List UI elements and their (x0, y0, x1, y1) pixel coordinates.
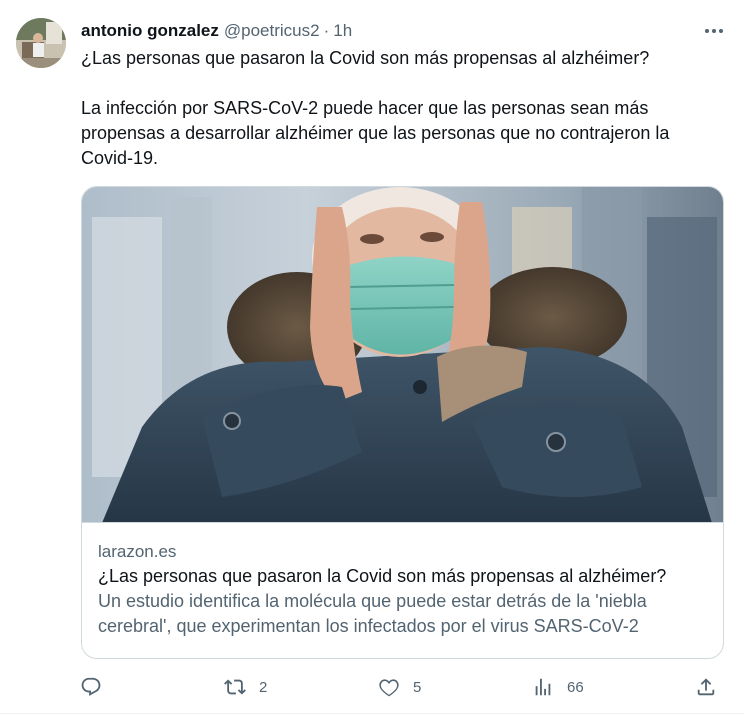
avatar[interactable] (16, 18, 66, 68)
link-card[interactable]: larazon.es ¿Las personas que pasaron la … (81, 186, 724, 659)
card-title: ¿Las personas que pasaron la Covid son m… (98, 566, 667, 586)
card-domain: larazon.es (98, 542, 177, 561)
tweet-text-line-2: La infección por SARS-CoV-2 puede hacer … (81, 98, 670, 168)
divider (0, 713, 744, 714)
like-button[interactable]: 5 (378, 674, 421, 700)
tweet[interactable]: antonio gonzalez @poetricus2 · 1h ¿Las p… (0, 0, 744, 716)
tweet-text: ¿Las personas que pasaron la Covid son m… (81, 46, 721, 171)
separator: · (323, 21, 330, 40)
share-icon (697, 678, 715, 696)
avatar-image (16, 18, 66, 68)
retweet-count: 2 (259, 678, 268, 696)
views-icon (535, 678, 551, 696)
tweet-text-line-1: ¿Las personas que pasaron la Covid son m… (81, 48, 650, 68)
views-button[interactable]: 66 (532, 674, 584, 700)
card-body: larazon.es ¿Las personas que pasaron la … (98, 533, 707, 639)
retweet-icon (224, 679, 246, 695)
like-count: 5 (413, 678, 422, 696)
tweet-header: antonio gonzalez @poetricus2 · 1h (81, 20, 684, 42)
retweet-button[interactable]: 2 (224, 674, 267, 700)
more-icon[interactable] (700, 22, 728, 40)
like-icon (379, 679, 399, 697)
reply-button[interactable] (80, 674, 115, 700)
share-button[interactable] (695, 674, 717, 700)
card-description: Un estudio identifica la molécula que pu… (98, 591, 647, 636)
views-count: 66 (567, 678, 584, 696)
reply-icon (81, 677, 101, 696)
card-image[interactable] (82, 187, 723, 523)
timestamp[interactable]: 1h (333, 21, 352, 41)
card-photo (82, 187, 723, 522)
author-name[interactable]: antonio gonzalez (81, 21, 219, 41)
author-handle[interactable]: @poetricus2 (224, 21, 320, 41)
action-bar: 2 5 66 (80, 674, 730, 700)
